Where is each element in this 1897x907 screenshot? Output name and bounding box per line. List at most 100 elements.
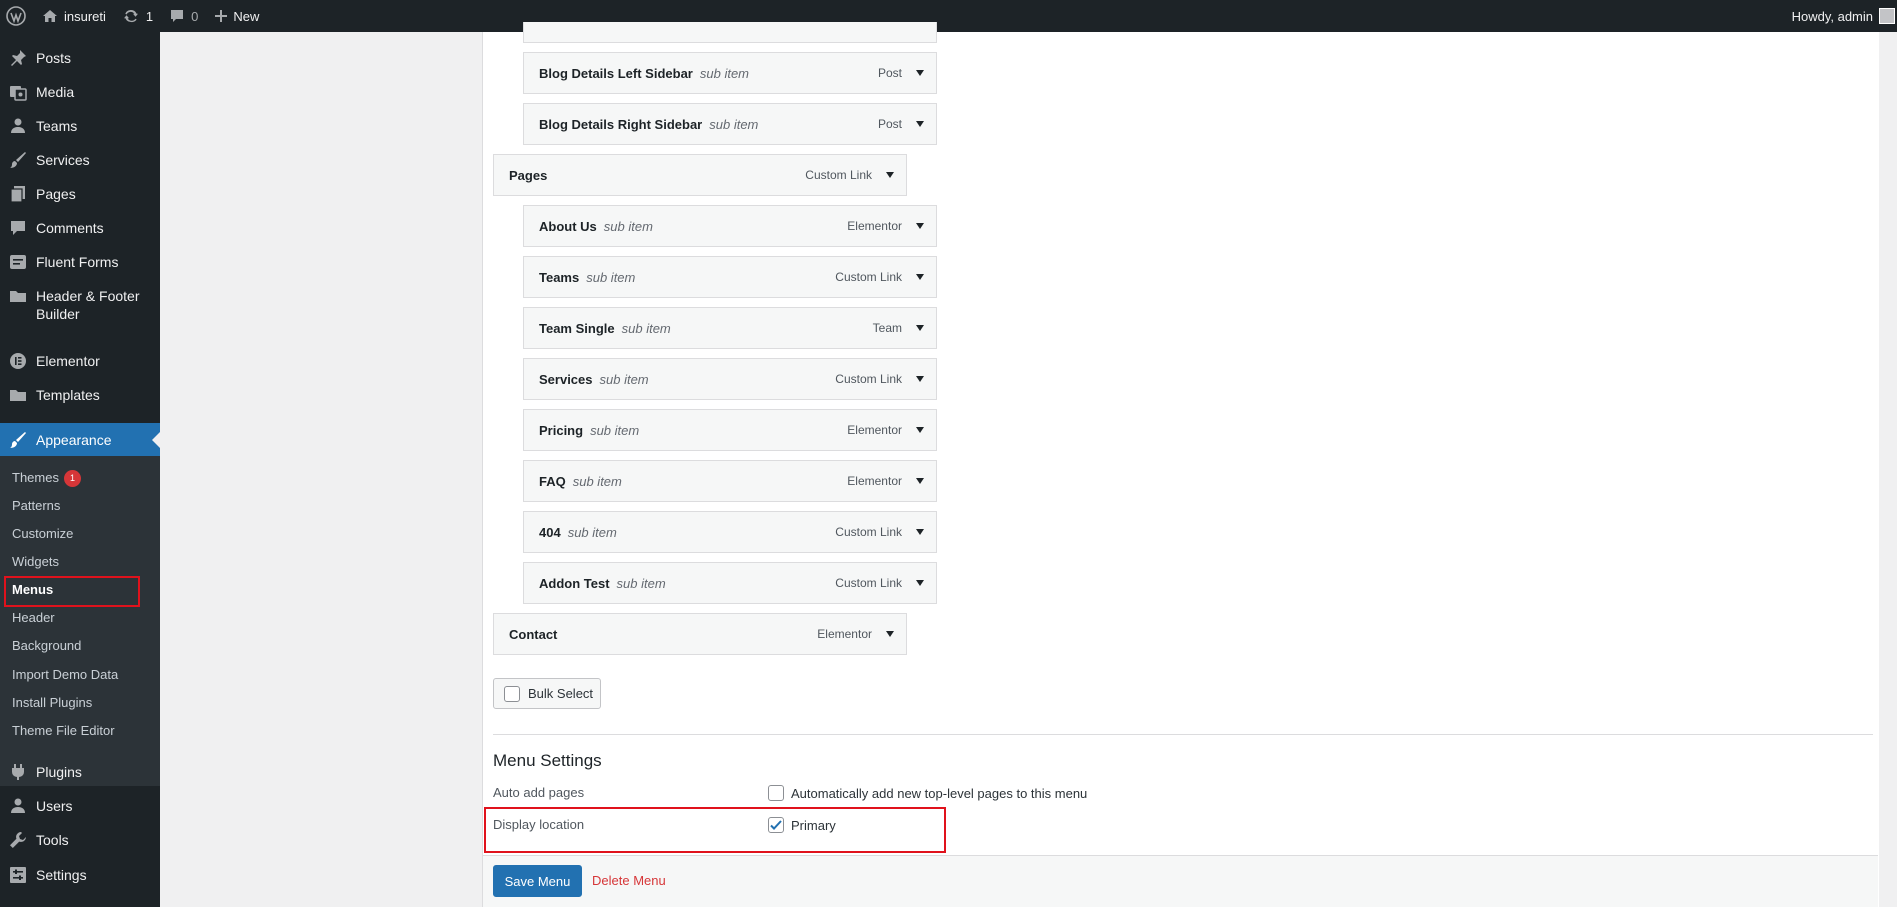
- sidebar-item-appearance[interactable]: Appearance: [0, 423, 160, 457]
- sidebar-item-header-footer-builder[interactable]: Header & Footer Builder: [0, 287, 160, 323]
- comment-icon: [169, 8, 185, 24]
- plugin-icon: [8, 763, 28, 781]
- menu-item-subtag: sub item: [572, 473, 622, 489]
- menu-item[interactable]: Contact Elementor: [493, 613, 907, 655]
- sidebar-item-comments[interactable]: Comments: [0, 219, 160, 237]
- submenu-item-widgets[interactable]: Widgets: [12, 554, 59, 569]
- menu-item[interactable]: FAQ sub item Elementor: [523, 460, 937, 502]
- expand-arrow-icon[interactable]: [916, 325, 924, 331]
- elementor-icon: [8, 352, 28, 370]
- sidebar-item-label: Posts: [36, 50, 72, 66]
- expand-arrow-icon[interactable]: [916, 478, 924, 484]
- submenu-item-patterns[interactable]: Patterns: [12, 498, 60, 513]
- expand-arrow-icon[interactable]: [886, 631, 894, 637]
- menu-item[interactable]: Team Single sub item Team: [523, 307, 937, 349]
- bulk-select-checkbox[interactable]: [504, 685, 520, 702]
- home-icon: [42, 8, 58, 24]
- menu-item-title: Teams: [539, 269, 580, 285]
- menu-item-type: Elementor: [817, 627, 872, 641]
- submenu-item-header[interactable]: Header: [12, 610, 55, 625]
- delete-menu-link[interactable]: Delete Menu: [592, 873, 666, 888]
- submenu-item-import-demo-data[interactable]: Import Demo Data: [12, 667, 118, 682]
- expand-arrow-icon[interactable]: [916, 580, 924, 586]
- menu-item[interactable]: Blog Details Right Sidebar sub item Post: [523, 103, 937, 145]
- menu-item-subtag: sub item: [699, 65, 750, 81]
- menu-item[interactable]: Services sub item Custom Link: [523, 358, 937, 400]
- menu-item[interactable]: About Us sub item Elementor: [523, 205, 937, 247]
- wordpress-logo-icon[interactable]: [0, 0, 34, 32]
- expand-arrow-icon[interactable]: [916, 70, 924, 76]
- sidebar-item-teams[interactable]: Teams: [0, 117, 160, 135]
- menus-highlight-box: [4, 576, 140, 607]
- submenu-item-background[interactable]: Background: [12, 638, 81, 653]
- folder-icon: [8, 287, 28, 305]
- submenu-item-label: Themes: [12, 470, 59, 485]
- display-location-highlight-box: [484, 807, 946, 853]
- submenu-item-theme-file-editor[interactable]: Theme File Editor: [12, 723, 115, 738]
- sidebar-item-posts[interactable]: Posts: [0, 49, 160, 67]
- auto-add-option[interactable]: Automatically add new top-level pages to…: [768, 785, 1087, 801]
- howdy-text: Howdy, admin: [1791, 8, 1873, 24]
- sidebar-item-services[interactable]: Services: [0, 151, 160, 169]
- menu-item[interactable]: Addon Test sub item Custom Link: [523, 562, 937, 604]
- menu-item-type: Team: [872, 321, 902, 335]
- sidebar-item-label: Users: [36, 798, 73, 814]
- sidebar-item-pages[interactable]: Pages: [0, 185, 160, 203]
- submenu-item-install-plugins[interactable]: Install Plugins: [12, 695, 92, 710]
- update-count-badge: 1: [63, 470, 81, 487]
- expand-arrow-icon[interactable]: [916, 427, 924, 433]
- sidebar-item-tools[interactable]: Tools: [0, 831, 160, 849]
- menu-item-title: Contact: [509, 626, 558, 642]
- expand-arrow-icon[interactable]: [916, 223, 924, 229]
- menu-item[interactable]: Pricing sub item Elementor: [523, 409, 937, 451]
- menu-item-type: Custom Link: [835, 525, 902, 539]
- updates-link[interactable]: 1: [114, 0, 161, 32]
- menu-item-title: FAQ: [539, 473, 566, 489]
- sidebar-item-elementor[interactable]: Elementor: [0, 352, 160, 370]
- expand-arrow-icon[interactable]: [886, 172, 894, 178]
- updates-icon: [122, 7, 140, 25]
- site-name-link[interactable]: insureti: [34, 0, 114, 32]
- menu-footer-bar: [483, 855, 1878, 907]
- bulk-select-label: Bulk Select: [528, 686, 594, 701]
- save-menu-button[interactable]: Save Menu: [493, 865, 582, 897]
- brush-icon: [8, 431, 28, 449]
- pin-icon: [8, 49, 28, 67]
- auto-add-checkbox[interactable]: [768, 785, 784, 801]
- sidebar-item-label: Pages: [36, 186, 76, 202]
- expand-arrow-icon[interactable]: [916, 529, 924, 535]
- brush-icon: [8, 151, 28, 169]
- comments-link[interactable]: 0: [161, 0, 206, 32]
- menu-item-type: Elementor: [847, 474, 902, 488]
- menu-item[interactable]: Pages Custom Link: [493, 154, 907, 196]
- sidebar-item-label: Templates: [36, 387, 100, 403]
- menu-item-type: Custom Link: [805, 168, 872, 182]
- sidebar-item-label: Fluent Forms: [36, 254, 119, 270]
- sidebar-item-users[interactable]: Users: [0, 797, 160, 815]
- expand-arrow-icon[interactable]: [916, 376, 924, 382]
- sidebar-item-label: Settings: [36, 867, 87, 883]
- sidebar-item-settings[interactable]: Settings: [0, 866, 160, 884]
- menu-item-title: Pages: [509, 167, 548, 183]
- expand-arrow-icon[interactable]: [916, 274, 924, 280]
- sidebar-item-plugins[interactable]: Plugins: [0, 763, 160, 781]
- new-content-link[interactable]: New: [206, 0, 267, 32]
- sidebar-item-media[interactable]: Media: [0, 83, 160, 101]
- menu-item[interactable]: 404 sub item Custom Link: [523, 511, 937, 553]
- submenu-item-customize[interactable]: Customize: [12, 526, 73, 541]
- sidebar-item-templates[interactable]: Templates: [0, 386, 160, 404]
- appearance-submenu: Themes 1 Patterns Customize Widgets Menus…: [0, 456, 160, 786]
- menu-item-type: Elementor: [847, 219, 902, 233]
- menu-item-type: Custom Link: [835, 270, 902, 284]
- sidebar-item-label: Header & Footer Builder: [36, 288, 140, 322]
- menu-item[interactable]: Teams sub item Custom Link: [523, 256, 937, 298]
- sidebar-item-fluent-forms[interactable]: Fluent Forms: [0, 253, 160, 271]
- account-menu[interactable]: Howdy, admin: [1792, 8, 1897, 24]
- expand-arrow-icon[interactable]: [916, 121, 924, 127]
- sidebar-item-label: Plugins: [36, 764, 82, 780]
- submenu-item-themes[interactable]: Themes 1: [12, 470, 81, 487]
- menu-item[interactable]: Blog Details Left Sidebar sub item Post: [523, 52, 937, 94]
- bulk-select-button[interactable]: Bulk Select: [493, 678, 601, 709]
- person-icon: [8, 797, 28, 815]
- sidebar-item-label: Elementor: [36, 353, 100, 369]
